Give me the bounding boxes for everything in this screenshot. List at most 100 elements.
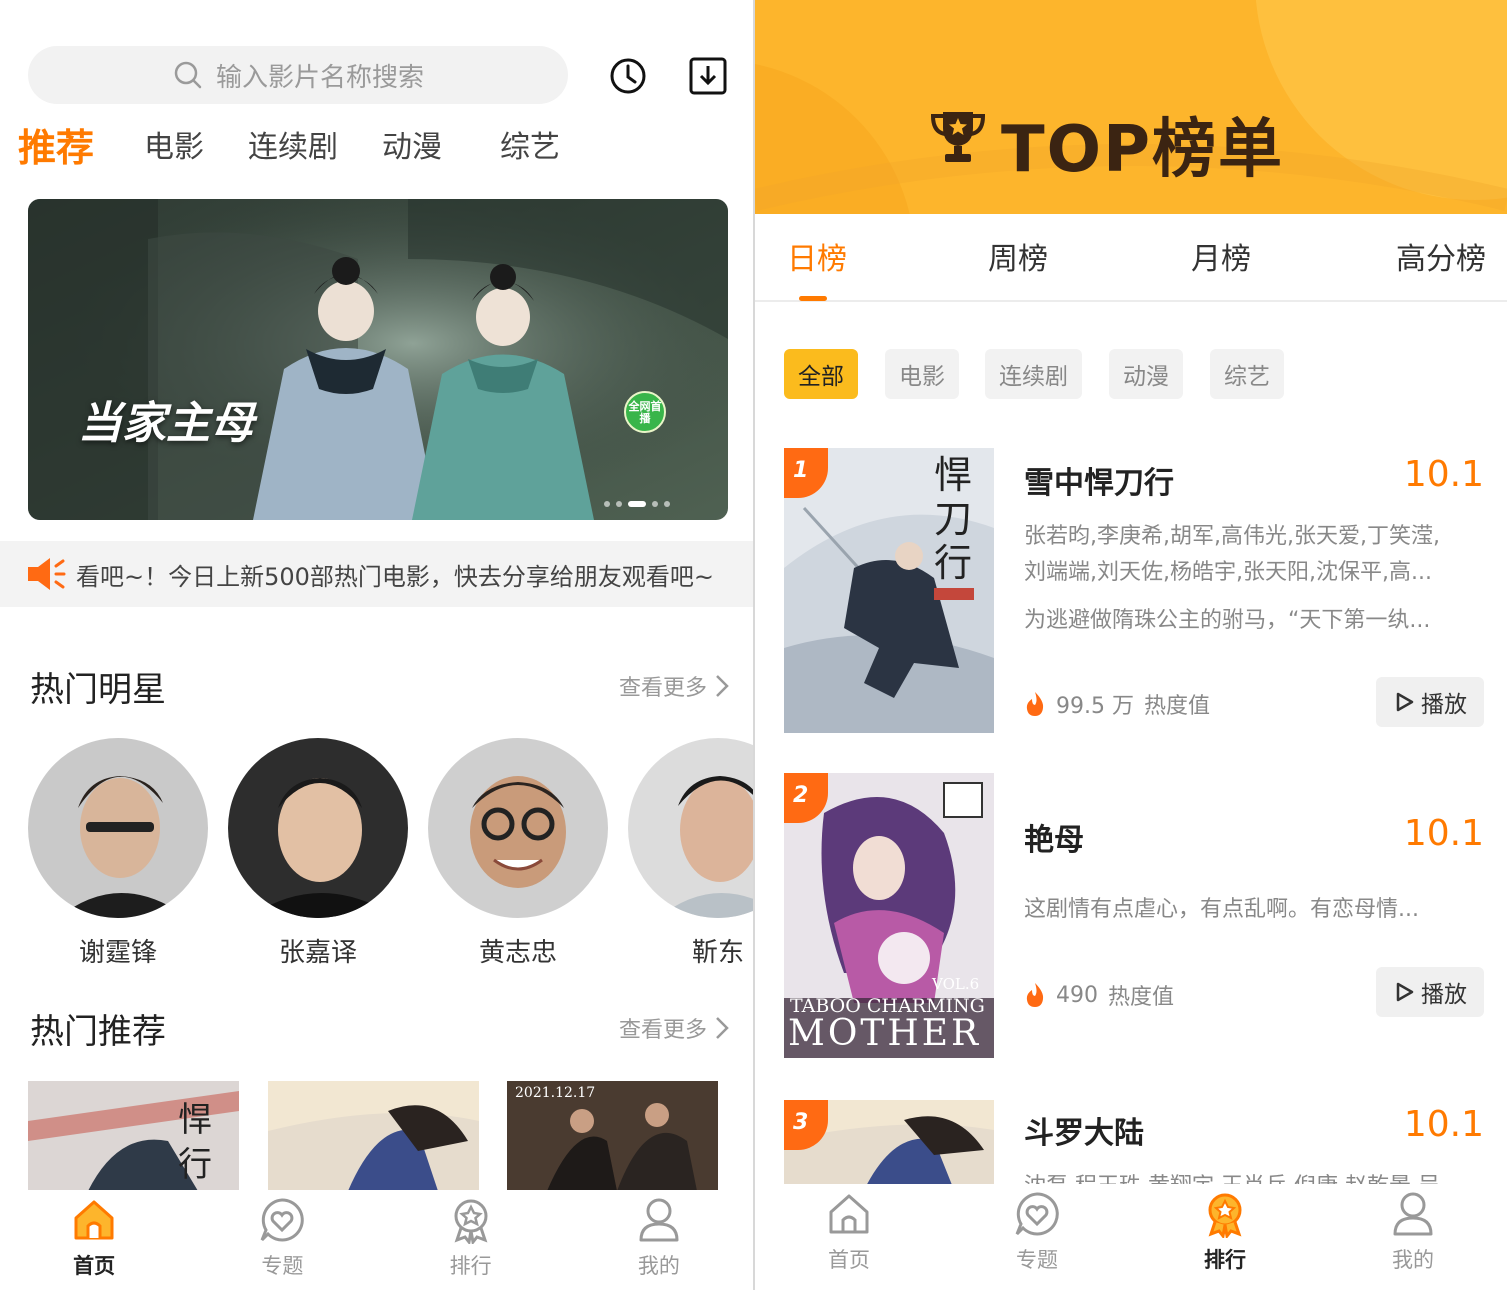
carousel-dot[interactable] [664,501,670,507]
search-placeholder: 输入影片名称搜索 [215,62,424,93]
search-input[interactable]: 输入影片名称搜索 [28,46,568,104]
star-item[interactable]: 谢霆锋 [28,738,208,969]
flame-icon [1026,983,1044,1007]
play-icon [1396,692,1414,712]
item-cast: 张若昀,李庚希,胡军,高伟光,张天爱,丁笑滢, [1024,524,1440,549]
nav-label: 专题 [1016,1248,1058,1272]
star-name: 张嘉译 [278,938,357,968]
rank-list-item[interactable]: 悍刀行 1 雪中悍刀行 10.1 张若昀,李庚希,胡军,高伟光,张天爱,丁笑滢,… [784,448,1484,738]
svg-text:悍: 悍 [934,453,972,497]
tab-monthly[interactable]: 月榜 [1191,234,1251,278]
item-cast-cont: 刘端端,刘天佐,杨皓宇,张天阳,沈保平,高... [1024,560,1432,585]
notice-text: 看吧~！今日上新500部热门电影，快去分享给朋友观看吧~ [76,562,715,591]
history-clock-icon[interactable] [608,56,648,96]
hot-recommend-title: 热门推荐 [30,1012,166,1052]
poster-image: 2 VOL.6 TABOO CHARMING MOTHER [784,773,994,1058]
tab-anime[interactable]: 动漫 [382,122,442,166]
item-desc: 这剧情有点虐心，有点乱啊。有恋母情... [1024,897,1419,922]
svg-text:行: 行 [934,541,972,585]
svg-text:悍: 悍 [178,1100,212,1140]
nav-label: 首页 [73,1254,116,1278]
nav-label: 首页 [828,1248,870,1272]
filter-all[interactable]: 全部 [784,349,858,399]
tab-movie[interactable]: 电影 [144,122,204,166]
nav-topics[interactable]: 专题 [943,1184,1131,1290]
home-icon [74,1200,114,1240]
star-list: 谢霆锋 张嘉译 黄志忠 靳东 [28,738,753,978]
nav-label: 排行 [449,1254,492,1278]
avatar [28,738,208,918]
nav-mine[interactable]: 我的 [1319,1184,1507,1290]
active-tab-indicator [799,296,827,301]
banner-carousel[interactable]: 当家主母 全网首播 [28,199,728,520]
item-score: 10.1 [1403,1104,1484,1145]
ranking-title: TOP榜单 [1001,113,1284,187]
item-desc: 为逃避做隋珠公主的驸马，“天下第一纨... [1024,608,1431,633]
avatar [428,738,608,918]
nav-home[interactable]: 首页 [0,1190,188,1290]
award-icon [454,1199,488,1244]
svg-text:刀: 刀 [934,497,972,541]
bottom-nav: 首页 专题 排行 我的 [0,1190,753,1290]
tab-daily[interactable]: 日榜 [787,234,847,278]
recommend-poster[interactable]: 2021.12.17 [507,1081,718,1191]
carousel-dot[interactable] [616,501,622,507]
nav-home[interactable]: 首页 [755,1184,943,1290]
nav-label: 专题 [261,1254,304,1278]
filter-series[interactable]: 连续剧 [985,349,1082,399]
home-screen: 输入影片名称搜索 推荐 电影 连续剧 动漫 综艺 当家主母 全网首播 看吧~！今… [0,0,753,1290]
play-button[interactable]: 播放 [1376,677,1484,727]
nav-ranking[interactable]: 排行 [1131,1184,1319,1290]
item-heat: 99.5 万 热度值 [1024,688,1210,720]
download-icon[interactable] [688,56,728,96]
tab-top-rated[interactable]: 高分榜 [1396,234,1486,278]
hot-stars-more-link[interactable]: 查看更多 [619,670,729,702]
tab-weekly[interactable]: 周榜 [988,234,1048,278]
nav-mine[interactable]: 我的 [565,1190,753,1290]
ranking-header: TOP榜单 [755,0,1507,214]
filter-anime[interactable]: 动漫 [1109,349,1183,399]
carousel-dot-active[interactable] [628,501,646,507]
avatar [228,738,408,918]
star-item[interactable]: 靳东 [628,738,753,969]
hot-stars-title: 热门明星 [30,670,166,710]
bottom-nav: 首页 专题 排行 我的 [755,1184,1507,1290]
user-icon [1393,1192,1433,1236]
rank-list-item[interactable]: 2 VOL.6 TABOO CHARMING MOTHER 艳母 10.1 这剧… [784,773,1484,1063]
carousel-dot[interactable] [604,501,610,507]
item-score: 10.1 [1403,813,1484,854]
category-tabs: 推荐 电影 连续剧 动漫 综艺 [18,116,560,172]
notice-bar[interactable]: 看吧~！今日上新500部热门电影，快去分享给朋友观看吧~ [0,541,753,607]
nav-topics[interactable]: 专题 [188,1190,376,1290]
more-label: 查看更多 [618,1018,707,1043]
hot-recommend-more-link[interactable]: 查看更多 [619,1012,729,1044]
poster-title: MOTHER [788,1013,982,1054]
avatar [628,738,753,918]
tab-recommend[interactable]: 推荐 [18,117,94,172]
star-name: 谢霆锋 [78,938,157,968]
poster-image: 悍刀行 1 [784,448,994,733]
filter-movie[interactable]: 电影 [885,349,959,399]
search-icon [174,61,202,89]
poster-image: 3 [784,1100,994,1190]
chevron-right-icon [716,675,729,697]
play-label: 播放 [1421,692,1467,718]
item-heat: 490 热度值 [1024,979,1174,1011]
nav-ranking[interactable]: 排行 [377,1190,565,1290]
star-item[interactable]: 张嘉译 [228,738,408,969]
play-icon [1396,982,1414,1002]
item-title: 艳母 [1024,823,1084,858]
banner-image [28,199,728,520]
star-item[interactable]: 黄志忠 [428,738,608,969]
rank-list-item[interactable]: 3 斗罗大陆 10.1 沈磊,程玉珠,黄翔宇,王肖兵,倪康,赵乾景,吴 [784,1100,1484,1190]
poster-volume: VOL.6 [932,975,980,993]
recommend-poster[interactable] [268,1081,479,1191]
tab-variety[interactable]: 综艺 [500,122,560,166]
filter-variety[interactable]: 综艺 [1210,349,1284,399]
item-title: 斗罗大陆 [1024,1116,1144,1151]
nav-label: 我的 [637,1254,680,1278]
tab-series[interactable]: 连续剧 [248,122,338,166]
carousel-dot[interactable] [652,501,658,507]
play-button[interactable]: 播放 [1376,967,1484,1017]
recommend-poster[interactable]: 悍行 [28,1081,239,1191]
